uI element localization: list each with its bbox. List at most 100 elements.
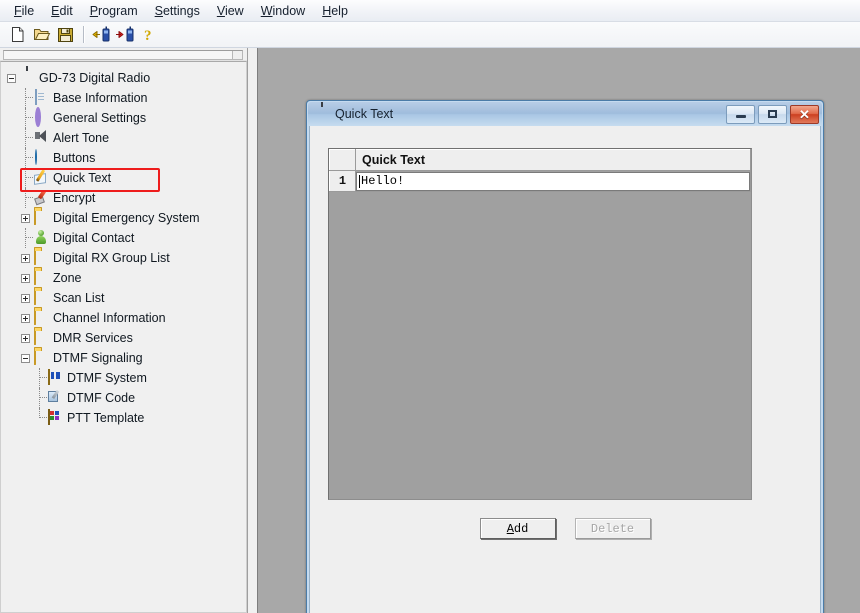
ring-icon	[33, 107, 49, 127]
mdi-client-area: Quick Text ✕ Quick Text 1 Hello! A dd De…	[258, 48, 860, 613]
main-area: GD-73 Digital Radio Base Information Gener…	[0, 48, 860, 613]
quick-text-dialog: Quick Text ✕ Quick Text 1 Hello! A dd De…	[306, 100, 824, 613]
tree-connector	[35, 388, 47, 408]
tree-item-scan-list[interactable]: Scan List	[7, 288, 246, 308]
expand-icon[interactable]	[21, 313, 30, 323]
expand-icon[interactable]	[21, 273, 30, 283]
tree-item-buttons[interactable]: Buttons	[7, 148, 246, 168]
toolbar: ?	[0, 22, 860, 48]
menu-file[interactable]: File	[6, 2, 43, 20]
restore-button[interactable]	[758, 104, 787, 124]
toolbar-separator	[83, 26, 85, 43]
folder-icon	[33, 349, 49, 366]
contact-icon	[33, 230, 49, 246]
tree-connector	[21, 228, 33, 248]
tree-item-label: General Settings	[53, 111, 147, 125]
collapse-icon[interactable]	[7, 73, 16, 83]
dialog-button-row: Add Delete	[310, 518, 820, 539]
tree-connector	[21, 168, 33, 188]
add-button[interactable]: Add	[479, 518, 556, 539]
tree-item-quick-text[interactable]: Quick Text	[7, 168, 246, 188]
speaker-icon	[33, 130, 49, 146]
tree-item-general-settings[interactable]: General Settings	[7, 107, 246, 128]
tree-item-label: DTMF Signaling	[53, 351, 143, 365]
quick-text-cell[interactable]: Hello!	[355, 170, 751, 192]
tree-item-root[interactable]: GD-73 Digital Radio	[7, 68, 246, 88]
tree-view[interactable]: GD-73 Digital Radio Base Information Gener…	[0, 61, 247, 613]
column-header-quick-text[interactable]: Quick Text	[355, 149, 751, 171]
menu-program[interactable]: Program	[82, 2, 147, 20]
tree-item-dtmf-code[interactable]: DTMF Code	[7, 388, 246, 408]
minimize-button[interactable]	[726, 104, 755, 124]
tree-item-base-information[interactable]: Base Information	[7, 88, 246, 108]
horizontal-scrollbar[interactable]	[0, 48, 247, 61]
tree-item-label: Channel Information	[53, 311, 166, 325]
help-icon[interactable]: ?	[138, 24, 161, 45]
menu-edit[interactable]: Edit	[43, 2, 82, 20]
tree-item-label: Buttons	[53, 151, 96, 165]
tree-item-dmr-services[interactable]: DMR Services	[7, 328, 246, 348]
grid-corner-cell[interactable]	[329, 149, 356, 171]
scrollbar-thumb[interactable]	[232, 51, 242, 59]
expand-icon[interactable]	[21, 213, 30, 223]
delete-button: Delete	[574, 518, 651, 539]
open-folder-icon[interactable]	[30, 24, 53, 45]
close-icon: ✕	[799, 106, 810, 122]
tree-item-encrypt[interactable]: Encrypt	[7, 188, 246, 208]
expand-icon[interactable]	[21, 333, 30, 343]
row-number[interactable]: 1	[329, 170, 356, 192]
dialog-title: Quick Text	[335, 107, 394, 121]
expand-icon[interactable]	[21, 253, 30, 263]
tree-item-alert-tone[interactable]: Alert Tone	[7, 128, 246, 148]
tree-item-label: DTMF Code	[67, 391, 136, 405]
tree-item-digital-emergency-system[interactable]: Digital Emergency System	[7, 208, 246, 228]
grid-table: Quick Text 1 Hello!	[329, 149, 751, 192]
tree-item-dtmf-system[interactable]: DTMF System	[7, 368, 246, 388]
document-icon	[33, 89, 49, 106]
radio-icon	[315, 106, 329, 122]
new-file-icon[interactable]	[6, 24, 29, 45]
dialog-title-bar[interactable]: Quick Text ✕	[308, 102, 822, 126]
folder-icon	[33, 209, 49, 226]
tree-item-channel-information[interactable]: Channel Information	[7, 308, 246, 328]
ptt-template-icon	[47, 409, 63, 426]
encrypt-icon	[33, 190, 49, 206]
collapse-icon[interactable]	[21, 353, 30, 363]
application-window: File Edit Program Settings View Window Help	[0, 0, 860, 613]
scrollbar-track[interactable]	[3, 50, 243, 60]
svg-text:?: ?	[144, 28, 152, 43]
tree-connector	[21, 108, 33, 128]
write-to-radio-icon[interactable]	[114, 24, 137, 45]
grid-header-row: Quick Text	[329, 149, 751, 171]
folder-icon	[33, 329, 49, 346]
pane-splitter[interactable]	[248, 48, 258, 613]
menu-help[interactable]: Help	[314, 2, 357, 20]
close-button[interactable]: ✕	[790, 104, 819, 124]
tree-item-digital-contact[interactable]: Digital Contact	[7, 228, 246, 248]
folder-icon	[33, 289, 49, 306]
tree-connector	[21, 188, 33, 208]
tree-connector	[35, 408, 47, 428]
tree-item-dtmf-signaling[interactable]: DTMF Signaling	[7, 348, 246, 368]
quick-text-grid[interactable]: Quick Text 1 Hello!	[328, 148, 752, 500]
tree-item-ptt-template[interactable]: PTT Template	[7, 408, 246, 428]
save-icon[interactable]	[54, 24, 77, 45]
quick-text-input[interactable]: Hello!	[356, 171, 750, 191]
text-caret	[359, 174, 360, 188]
tree-item-label: PTT Template	[67, 411, 145, 425]
minimize-icon	[735, 115, 746, 118]
tree-item-label: Base Information	[53, 91, 148, 105]
table-row[interactable]: 1 Hello!	[329, 170, 751, 192]
tree-item-zone[interactable]: Zone	[7, 268, 246, 288]
folder-icon	[33, 309, 49, 326]
menu-settings[interactable]: Settings	[147, 2, 209, 20]
menu-window[interactable]: Window	[253, 2, 314, 20]
read-from-radio-icon[interactable]	[90, 24, 113, 45]
folder-icon	[33, 249, 49, 266]
tree-item-label: Scan List	[53, 291, 105, 305]
expand-icon[interactable]	[21, 293, 30, 303]
menu-view[interactable]: View	[209, 2, 253, 20]
tree-item-digital-rx-group-list[interactable]: Digital RX Group List	[7, 248, 246, 268]
tree-item-label: DMR Services	[53, 331, 133, 345]
sphere-icon	[33, 149, 49, 166]
